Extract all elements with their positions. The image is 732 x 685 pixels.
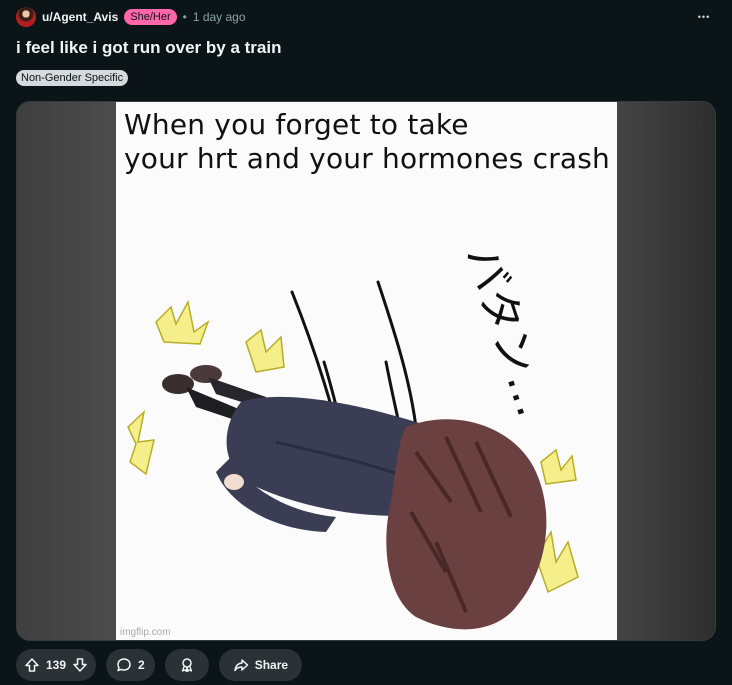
share-label: Share — [254, 658, 289, 672]
post-timestamp: 1 day ago — [192, 10, 246, 24]
user-avatar[interactable] — [16, 7, 36, 27]
more-options-button[interactable]: ••• — [692, 7, 716, 27]
vote-control: 139 — [16, 649, 97, 681]
downvote-arrow-icon — [73, 658, 87, 672]
post-card: u/Agent_Avis She/Her • 1 day ago ••• i f… — [0, 0, 732, 685]
upvote-button[interactable] — [24, 657, 40, 673]
comment-bubble-icon — [117, 658, 131, 672]
post-header: u/Agent_Avis She/Her • 1 day ago ••• — [16, 6, 716, 28]
comments-button[interactable]: 2 — [106, 649, 155, 681]
downvote-button[interactable] — [72, 657, 88, 673]
post-flair-badge[interactable]: Non-Gender Specific — [16, 70, 129, 86]
post-action-bar: 139 2 Share — [16, 649, 303, 681]
upvote-arrow-icon — [25, 658, 39, 672]
more-horizontal-icon: ••• — [697, 12, 711, 22]
award-button[interactable] — [164, 649, 209, 681]
watermark: imgflip.com — [120, 627, 171, 638]
comment-count: 2 — [138, 658, 145, 672]
user-flair-badge: She/Her — [124, 9, 177, 25]
meme-image: When you forget to take your hrt and you… — [116, 102, 617, 640]
share-button[interactable]: Share — [218, 649, 303, 681]
author-link[interactable]: u/Agent_Avis — [42, 10, 118, 24]
vote-score: 139 — [46, 658, 67, 672]
anime-character-illustration: バタン… — [127, 240, 579, 630]
post-media[interactable]: When you forget to take your hrt and you… — [16, 101, 716, 641]
meme-caption: When you forget to take your hrt and you… — [124, 108, 610, 175]
award-ribbon-icon — [181, 658, 192, 673]
post-title[interactable]: i feel like i got run over by a train — [16, 38, 281, 58]
share-arrow-icon — [233, 659, 248, 672]
meta-separator: • — [182, 10, 187, 24]
sound-effect-text: バタン… — [456, 240, 559, 423]
